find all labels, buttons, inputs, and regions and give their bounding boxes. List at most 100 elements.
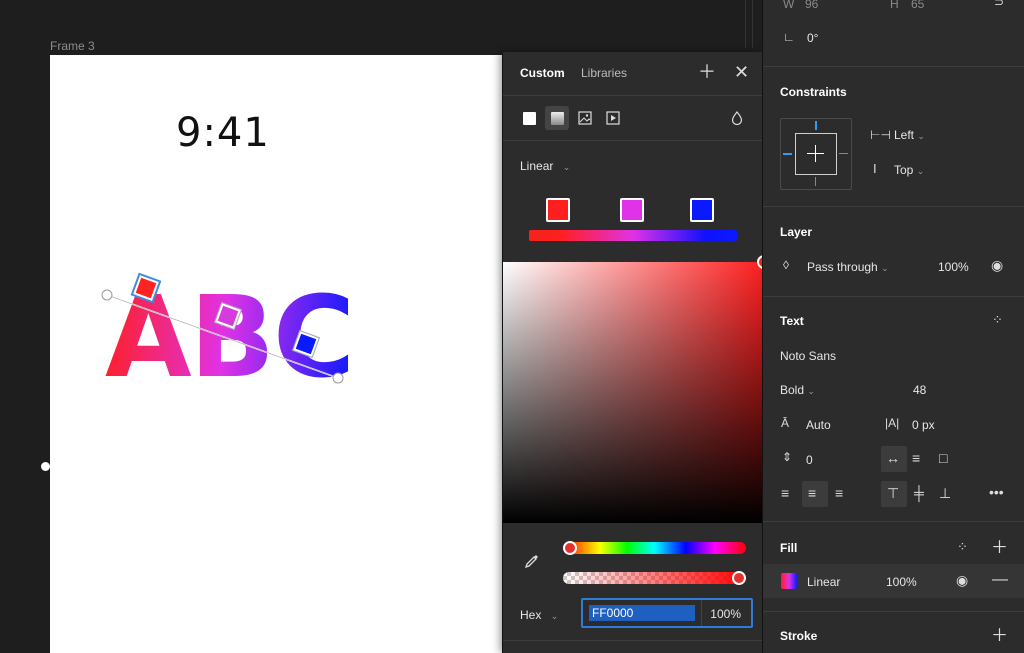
color-picker-popover: Custom Libraries ＋ ✕ Linear ⌄ Hex ⌄ 100% <box>502 52 771 653</box>
gradient-mode-label: Linear <box>520 159 554 173</box>
line-height-icon: Ā <box>781 416 790 430</box>
time-text-layer[interactable]: 9:41 <box>176 110 270 156</box>
align-top-button[interactable]: ⊤ <box>881 481 907 507</box>
more-options-icon[interactable]: ••• <box>989 485 1004 499</box>
fill-swatch[interactable] <box>781 573 797 589</box>
line-height-input[interactable]: Auto <box>806 418 831 432</box>
horizontal-constraint-value: Left <box>894 128 915 142</box>
opacity-input[interactable]: 100% <box>710 607 741 621</box>
align-center-icon: ≡ <box>808 485 817 501</box>
auto-width-icon: ↔ <box>886 450 900 466</box>
add-style-icon[interactable]: ＋ <box>698 63 716 81</box>
layer-opacity-input[interactable]: 100% <box>938 260 969 274</box>
letter-spacing-icon: |A| <box>885 416 900 430</box>
video-fill-icon[interactable] <box>601 106 625 130</box>
hex-field-group: 100% <box>581 598 753 628</box>
image-fill-icon[interactable] <box>573 106 597 130</box>
hex-input[interactable] <box>589 605 695 621</box>
font-size-input[interactable]: 48 <box>913 383 926 397</box>
vertical-constraint-value: Top <box>894 163 914 177</box>
eye-icon[interactable]: ◉ <box>991 258 1003 272</box>
width-input[interactable]: 96 <box>805 0 818 11</box>
vertical-constraint-dropdown[interactable]: Top ⌄ <box>894 163 924 177</box>
remove-fill-icon[interactable]: — <box>992 572 1008 588</box>
gradient-stop-chip-blue[interactable] <box>690 198 714 222</box>
height-label: H <box>890 0 899 11</box>
frame-label[interactable]: Frame 3 <box>50 39 95 53</box>
constraint-top-line[interactable] <box>815 121 817 130</box>
blend-mode-drop-icon[interactable] <box>725 106 749 130</box>
color-format-label: Hex <box>520 608 542 622</box>
auto-height-icon[interactable]: ≡ <box>912 451 920 465</box>
constraint-center-box[interactable] <box>795 133 837 175</box>
align-top-icon: ⊤ <box>887 485 900 501</box>
divider <box>503 640 763 641</box>
constraint-right-line[interactable] <box>839 153 848 154</box>
eyedropper-icon[interactable] <box>523 552 541 575</box>
gradient-mode-dropdown[interactable]: Linear ⌄ <box>520 159 570 173</box>
divider <box>503 95 763 96</box>
canvas-scrollbar[interactable] <box>745 0 753 48</box>
gradient-stop-chip-magenta[interactable] <box>620 198 644 222</box>
constraint-bottom-line[interactable] <box>815 177 816 186</box>
fill-type-label[interactable]: Linear <box>807 575 840 589</box>
width-label: W <box>783 0 795 11</box>
fill-title: Fill <box>780 541 798 555</box>
align-middle-icon[interactable]: ╪ <box>914 486 924 500</box>
rotation-icon: ∟ <box>783 30 795 44</box>
blend-mode-dropdown[interactable]: Pass through ⌄ <box>807 260 889 274</box>
blend-mode-value: Pass through <box>807 260 878 274</box>
height-input[interactable]: 65 <box>911 0 924 11</box>
constrain-proportions-icon[interactable]: ⊃ <box>994 0 1004 8</box>
frame-resize-handle[interactable] <box>41 462 50 471</box>
paragraph-spacing-input[interactable]: 0 <box>806 453 813 467</box>
horizontal-constraint-dropdown[interactable]: Left ⌄ <box>894 128 925 142</box>
chevron-down-icon: ⌄ <box>807 386 815 396</box>
divider <box>701 600 702 626</box>
text-styles-grid-icon[interactable]: ⁘ <box>992 313 1003 326</box>
vertical-constraint-icon: I <box>873 161 877 176</box>
rotation-input[interactable]: 0° <box>807 31 818 45</box>
align-center-button[interactable]: ≡ <box>802 481 828 507</box>
saturation-brightness-area[interactable] <box>503 262 763 523</box>
tab-libraries[interactable]: Libraries <box>581 66 627 80</box>
solid-fill-icon[interactable] <box>517 106 541 130</box>
divider <box>763 206 1024 207</box>
divider <box>763 611 1024 612</box>
eye-icon[interactable]: ◉ <box>956 573 968 587</box>
constraints-widget[interactable] <box>780 118 852 190</box>
hue-slider[interactable] <box>563 542 746 554</box>
add-fill-icon[interactable]: ＋ <box>991 539 1008 556</box>
close-icon[interactable]: ✕ <box>734 63 749 81</box>
blend-mode-icon: ◊ <box>783 258 789 272</box>
font-family-dropdown[interactable]: Noto Sans <box>780 349 836 363</box>
font-weight-value: Bold <box>780 383 805 397</box>
divider <box>763 66 1024 67</box>
gradient-bar[interactable] <box>529 230 737 241</box>
chevron-down-icon: ⌄ <box>917 131 925 141</box>
gradient-fill-icon[interactable] <box>545 106 569 130</box>
auto-width-button[interactable]: ↔ <box>881 446 907 472</box>
gradient-stop-chip-red[interactable] <box>546 198 570 222</box>
align-left-icon[interactable]: ≡ <box>781 486 789 500</box>
constraint-left-line[interactable] <box>783 153 792 155</box>
align-bottom-icon[interactable]: ⊥ <box>939 486 951 500</box>
tab-custom[interactable]: Custom <box>520 66 565 80</box>
align-right-icon[interactable]: ≡ <box>835 486 843 500</box>
fill-opacity-input[interactable]: 100% <box>886 575 917 589</box>
divider <box>763 521 1024 522</box>
letter-spacing-input[interactable]: 0 px <box>912 418 935 432</box>
fill-styles-grid-icon[interactable]: ⁘ <box>957 540 968 553</box>
opacity-slider-knob[interactable] <box>732 571 746 585</box>
chevron-down-icon: ⌄ <box>916 166 925 176</box>
divider <box>503 140 763 141</box>
add-stroke-icon[interactable]: ＋ <box>991 627 1008 644</box>
constraints-title: Constraints <box>780 85 847 99</box>
chevron-down-icon: ⌄ <box>562 162 571 172</box>
font-weight-dropdown[interactable]: Bold ⌄ <box>780 383 815 397</box>
fixed-size-icon[interactable]: □ <box>939 451 947 465</box>
opacity-slider[interactable] <box>563 572 746 584</box>
color-format-dropdown[interactable]: Hex ⌄ <box>520 608 558 622</box>
hue-slider-knob[interactable] <box>563 541 577 555</box>
stroke-title: Stroke <box>780 629 818 643</box>
